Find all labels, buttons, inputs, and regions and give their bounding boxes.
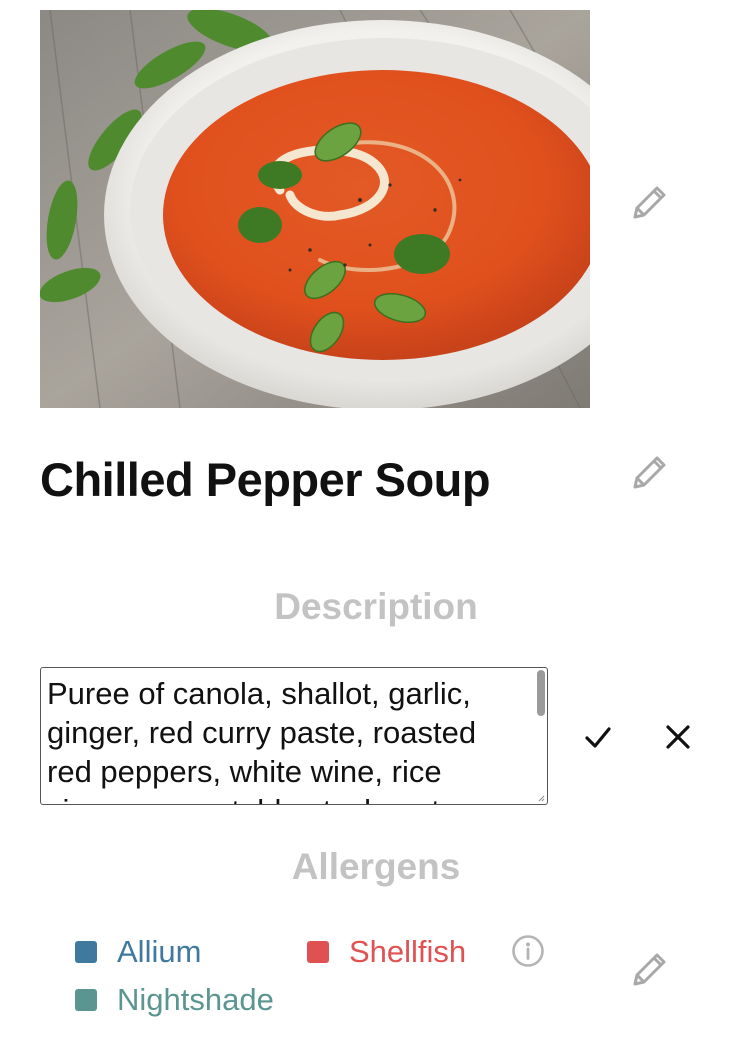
description-heading: Description	[274, 586, 478, 627]
description-text: Puree of canola, shallot, garlic, ginger…	[47, 676, 477, 804]
check-icon	[585, 727, 611, 748]
pencil-icon	[633, 186, 666, 219]
dish-photo	[40, 10, 590, 408]
cancel-button[interactable]	[658, 717, 698, 757]
resize-handle-icon[interactable]	[537, 794, 545, 802]
soup-bowl-image	[40, 10, 590, 408]
dish-title: Chilled Pepper Soup	[40, 453, 491, 506]
info-icon	[512, 935, 544, 967]
description-textarea[interactable]: Puree of canola, shallot, garlic, ginger…	[40, 667, 548, 805]
allergen-allium: Allium	[75, 932, 201, 972]
allium-swatch	[75, 941, 97, 963]
allergens-heading: Allergens	[291, 846, 461, 887]
allergen-label: Nightshade	[117, 982, 274, 1017]
allergen-nightshade: Nightshade	[75, 980, 274, 1020]
nightshade-swatch	[75, 989, 97, 1011]
pencil-icon	[633, 953, 666, 986]
edit-title-button[interactable]	[626, 450, 672, 496]
allergen-label: Shellfish	[349, 934, 467, 969]
allergen-shellfish: Shellfish	[307, 932, 466, 972]
confirm-button[interactable]	[578, 717, 618, 757]
shellfish-swatch	[307, 941, 329, 963]
edit-allergens-button[interactable]	[626, 947, 672, 993]
scrollbar-thumb[interactable]	[537, 670, 545, 716]
pencil-icon	[633, 456, 666, 489]
allergen-info-button[interactable]	[508, 931, 548, 971]
close-icon	[666, 725, 690, 749]
allergen-label: Allium	[117, 934, 202, 969]
edit-photo-button[interactable]	[626, 180, 672, 226]
